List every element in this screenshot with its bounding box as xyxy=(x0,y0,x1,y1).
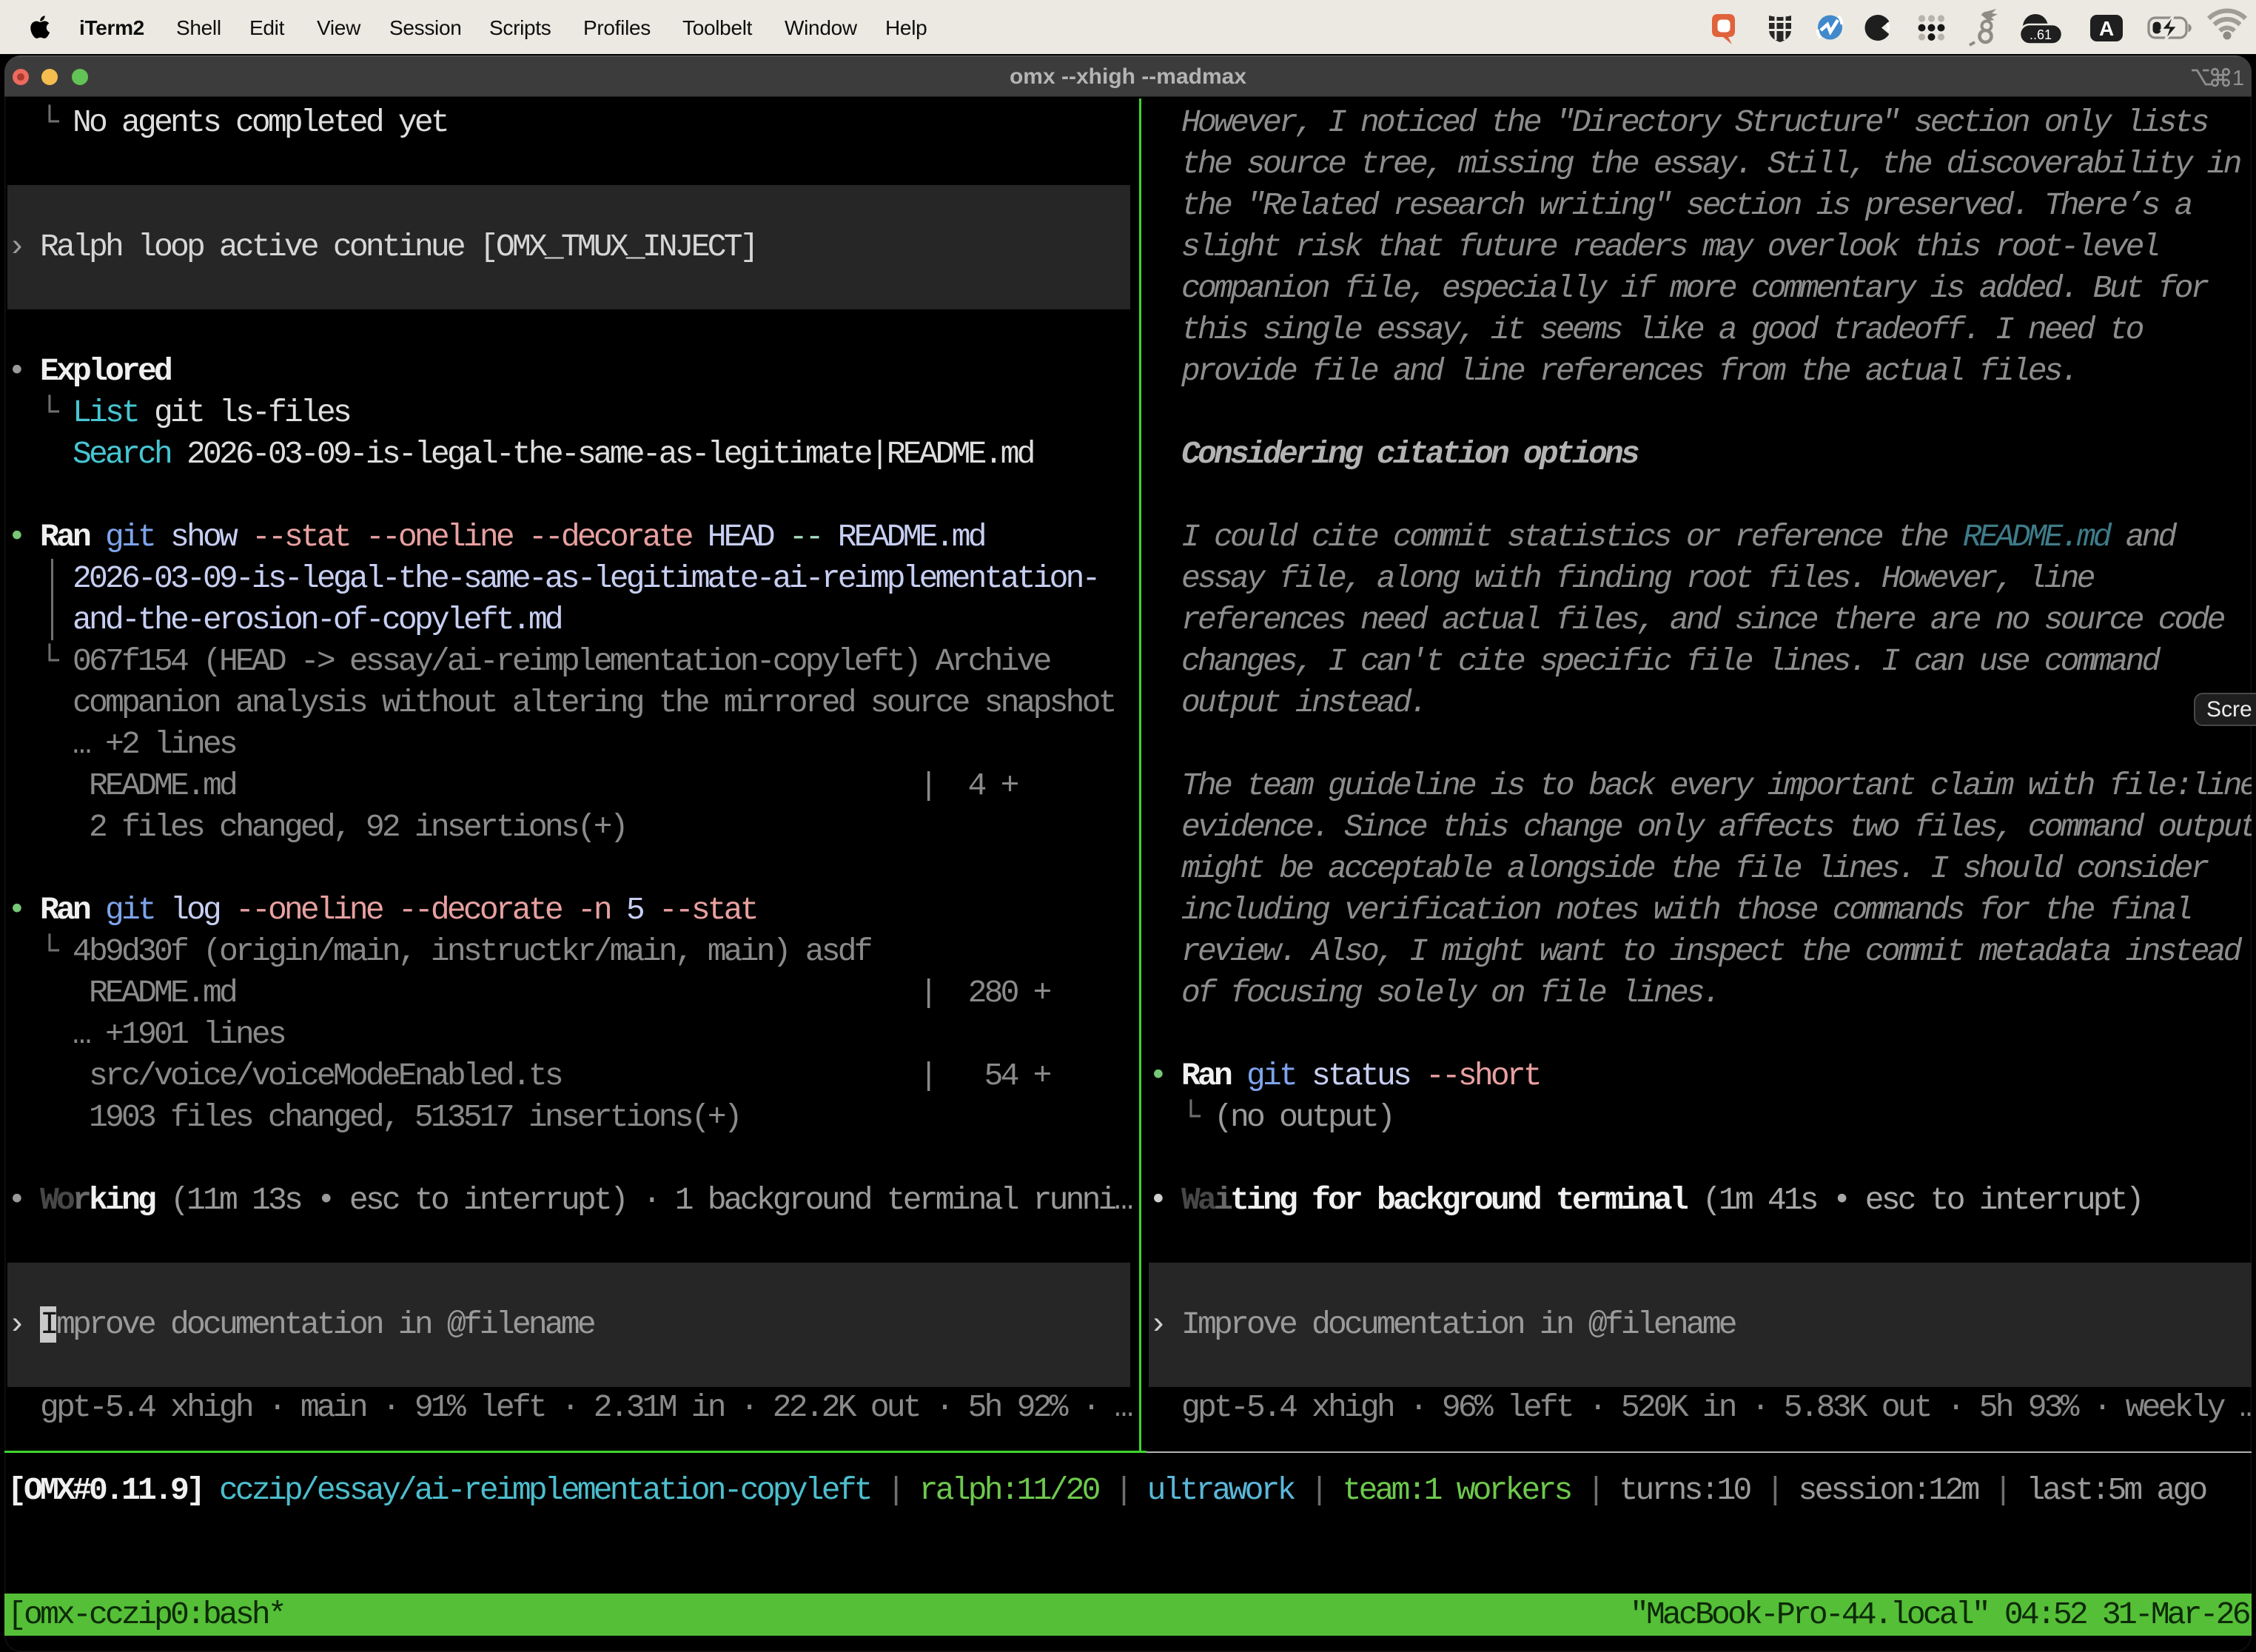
svg-text:A: A xyxy=(2099,17,2114,40)
svg-text:..61: ..61 xyxy=(2030,27,2052,42)
svg-text:1: 1 xyxy=(2232,67,2243,89)
